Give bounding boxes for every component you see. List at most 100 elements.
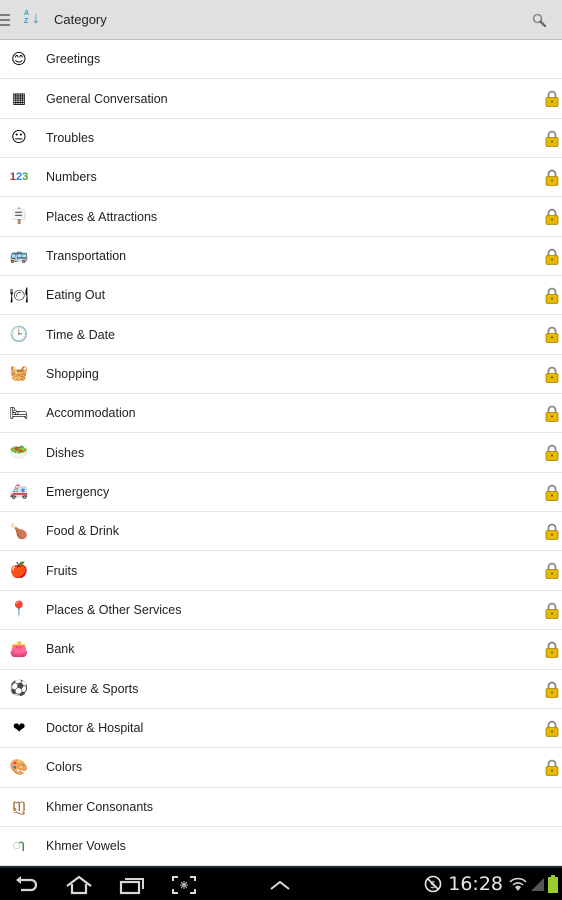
screenshot-icon[interactable]	[170, 874, 198, 896]
category-list: 😊 Greetings ▦ General Conversation 😐 Tro…	[0, 40, 562, 866]
lock-icon	[545, 602, 559, 619]
category-row-emergency[interactable]: 🚑 Emergency	[0, 472, 562, 513]
lock-icon	[545, 445, 559, 462]
signpost-icon: 🪧	[9, 208, 29, 226]
category-label: Troubles	[46, 130, 95, 145]
category-label: Dishes	[46, 445, 85, 460]
wallet-icon: 👛	[9, 640, 29, 658]
roast-chicken-icon: 🍗	[9, 522, 29, 540]
category-label: General Conversation	[46, 91, 168, 106]
bus-icon: 🚌	[9, 247, 29, 265]
khmer-vowel-icon: ា	[12, 837, 26, 855]
colored-blocks-icon: ▦	[11, 90, 27, 108]
fruit-basket-icon: 🍎	[9, 562, 29, 580]
category-label: Food & Drink	[46, 524, 119, 539]
lock-icon	[545, 169, 559, 186]
color-swatch-icon: 🎨	[9, 758, 29, 776]
lock-icon	[545, 681, 559, 698]
category-label: Khmer Consonants	[46, 799, 154, 814]
category-row-general-conversation[interactable]: ▦ General Conversation	[0, 79, 562, 119]
category-label: Transportation	[46, 248, 127, 263]
ambulance-icon: 🚑	[9, 483, 29, 501]
lock-icon	[545, 523, 559, 541]
category-row-food-drink[interactable]: 🍗 Food & Drink	[0, 512, 562, 552]
category-row-colors[interactable]: 🎨 Colors	[0, 748, 562, 788]
category-row-dishes[interactable]: 🥗 Dishes	[0, 433, 562, 473]
page-title: Category	[54, 12, 107, 27]
numbers-123-icon: 123	[9, 170, 29, 183]
action-bar: A Z ↓ Category	[0, 0, 562, 40]
lock-icon	[545, 563, 559, 580]
lock-icon	[545, 130, 559, 147]
lock-icon	[545, 720, 559, 737]
category-row-eating-out[interactable]: 🍽 Eating Out	[0, 276, 562, 316]
system-navigation-bar: $ 16:28	[0, 866, 562, 900]
medical-heart-icon: ❤	[12, 719, 26, 737]
clock-icon: 🕒	[9, 326, 29, 344]
category-row-places-attractions[interactable]: 🪧 Places & Attractions	[0, 197, 562, 237]
lock-icon	[545, 208, 559, 226]
category-label: Eating Out	[46, 288, 106, 303]
signal-icon	[531, 878, 544, 891]
status-area: $ 16:28	[424, 873, 558, 895]
plate-icon: 🍽	[9, 286, 29, 304]
category-row-numbers[interactable]: 123 Numbers	[0, 158, 562, 198]
category-label: Places & Other Services	[46, 602, 182, 617]
category-label: Emergency	[46, 484, 110, 499]
bowl-icon: 🥗	[9, 444, 29, 462]
category-row-places-other-services[interactable]: 📍 Places & Other Services	[0, 590, 562, 631]
search-icon[interactable]	[532, 13, 546, 27]
battery-icon	[548, 875, 558, 893]
category-label: Greetings	[46, 52, 101, 67]
hamburger-icon[interactable]	[0, 13, 12, 27]
category-row-bank[interactable]: 👛 Bank	[0, 630, 562, 670]
category-row-transportation[interactable]: 🚌 Transportation	[0, 236, 562, 277]
recent-apps-icon[interactable]	[118, 874, 146, 896]
svg-text:$: $	[430, 880, 436, 891]
chevron-up-icon[interactable]	[268, 874, 292, 896]
category-label: Bank	[46, 642, 75, 657]
lock-icon	[545, 405, 559, 422]
category-label: Accommodation	[46, 406, 136, 421]
category-row-time-date[interactable]: 🕒 Time & Date	[0, 315, 562, 355]
category-row-doctor-hospital[interactable]: ❤ Doctor & Hospital	[0, 708, 562, 749]
category-label: Places & Attractions	[46, 209, 158, 224]
lock-icon	[545, 90, 559, 108]
khmer-consonant-icon: ញ	[11, 798, 27, 816]
category-label: Shopping	[46, 366, 99, 381]
category-row-fruits[interactable]: 🍎 Fruits	[0, 551, 562, 591]
lock-icon	[545, 327, 559, 344]
category-row-leisure-sports[interactable]: ⚽ Leisure & Sports	[0, 669, 562, 709]
lock-icon	[545, 759, 559, 777]
soccer-ball-icon: ⚽	[9, 680, 29, 698]
do-not-disturb-icon: $	[424, 875, 442, 893]
category-row-khmer-vowels[interactable]: ា Khmer Vowels	[0, 826, 562, 866]
category-row-greetings[interactable]: 😊 Greetings	[0, 40, 562, 80]
clock: 16:28	[448, 873, 503, 895]
category-label: Leisure & Sports	[46, 681, 139, 696]
lock-icon	[545, 248, 559, 265]
category-label: Numbers	[46, 170, 97, 185]
category-row-troubles[interactable]: 😐 Troubles	[0, 118, 562, 159]
category-label: Colors	[46, 760, 83, 775]
category-row-accommodation[interactable]: 🛏 Accommodation	[0, 394, 562, 434]
home-icon[interactable]	[64, 874, 94, 896]
lock-icon	[545, 366, 559, 383]
bed-icon: 🛏	[9, 404, 29, 422]
lock-icon	[545, 641, 559, 659]
wifi-icon	[509, 877, 527, 891]
category-label: Time & Date	[46, 327, 116, 342]
category-row-khmer-consonants[interactable]: ញ Khmer Consonants	[0, 787, 562, 827]
yellow-smiley-icon: 😐	[11, 129, 27, 147]
back-icon[interactable]	[14, 874, 40, 896]
map-pin-icon: 📍	[9, 601, 29, 619]
category-label: Khmer Vowels	[46, 839, 126, 854]
lock-icon	[545, 484, 559, 501]
lock-icon	[545, 287, 559, 304]
sort-az-icon[interactable]: A Z ↓	[24, 10, 42, 30]
basket-icon: 🧺	[9, 365, 29, 383]
category-row-shopping[interactable]: 🧺 Shopping	[0, 354, 562, 395]
category-label: Fruits	[46, 563, 78, 578]
smiley-speech-icon: 😊	[11, 50, 27, 68]
category-label: Doctor & Hospital	[46, 721, 144, 736]
